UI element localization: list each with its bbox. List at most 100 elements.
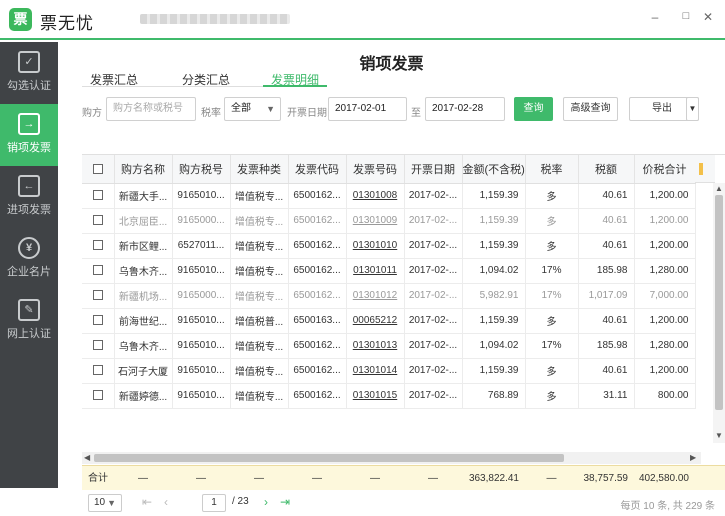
sidebar-item-label: 网上认证 xyxy=(7,328,51,340)
row-checkbox[interactable] xyxy=(92,240,103,251)
table-row[interactable]: 前海世纪... 9165010... 增值税普... 6500163... 000652… xyxy=(82,308,696,334)
title-bar: 票 票无忧 – □ ✕ xyxy=(0,0,725,40)
total-cell: 7,000.00 xyxy=(634,283,696,309)
invoice-number-cell[interactable]: 01301014 xyxy=(346,358,405,384)
col-invoice-number[interactable]: 发票号码 xyxy=(346,155,405,184)
invoice-number-cell[interactable]: 01301010 xyxy=(346,233,405,259)
scroll-up-icon[interactable]: ▲ xyxy=(715,184,723,193)
table-row[interactable]: 石河子大厦 9165010... 增值税专... 6500162... 01301014… xyxy=(82,358,696,384)
col-tax-rate[interactable]: 税率 xyxy=(525,155,579,184)
last-page-icon[interactable]: ⇥ xyxy=(280,495,290,509)
row-checkbox[interactable] xyxy=(92,215,103,226)
page-number-input[interactable]: 1 xyxy=(202,494,226,512)
advanced-query-button[interactable]: 高级查询 xyxy=(563,97,618,121)
export-dropdown-button[interactable]: ▼ xyxy=(686,97,699,121)
row-checkbox[interactable] xyxy=(92,290,103,301)
invoice-number-cell[interactable]: 01301011 xyxy=(346,258,405,284)
next-page-icon[interactable]: › xyxy=(264,495,268,509)
col-tax-amount[interactable]: 税额 xyxy=(578,155,635,184)
invoice-number-cell[interactable]: 00065212 xyxy=(346,308,405,334)
col-issue-date[interactable]: 开票日期 xyxy=(404,155,463,184)
invoice-number-cell[interactable]: 01301012 xyxy=(346,283,405,309)
sidebar-item-input-invoice[interactable]: ← 进项发票 xyxy=(0,166,58,228)
invoice-number-link[interactable]: 01301014 xyxy=(353,365,398,376)
app-name: 票无忧 xyxy=(40,14,94,33)
table-row[interactable]: 乌鲁木齐... 9165010... 增值税专... 6500162... 013010… xyxy=(82,333,696,359)
tax-rate-cell: 17% xyxy=(525,258,579,284)
buyer-search-input[interactable]: 购方名称或税号 xyxy=(106,97,196,121)
invoice-number-cell[interactable]: 01301015 xyxy=(346,383,405,409)
invoice-code-cell: 6500162... xyxy=(288,208,347,234)
close-button[interactable]: ✕ xyxy=(700,10,716,24)
row-checkbox[interactable] xyxy=(92,265,103,276)
invoice-number-cell[interactable]: 01301009 xyxy=(346,208,405,234)
row-checkbox[interactable] xyxy=(92,340,103,351)
invoice-number-link[interactable]: 01301009 xyxy=(353,215,398,226)
tax-rate-cell: 多 xyxy=(525,208,579,234)
scroll-left-icon[interactable]: ◀ xyxy=(84,453,90,462)
buyer-tax-id-cell: 9165000... xyxy=(172,208,231,234)
invoice-type-cell: 增值税专... xyxy=(230,358,289,384)
row-checkbox[interactable] xyxy=(92,315,103,326)
table-row[interactable]: 北京屈臣... 9165000... 增值税专... 6500162... 013010… xyxy=(82,208,696,234)
invoice-number-cell[interactable]: 01301013 xyxy=(346,333,405,359)
invoice-number-link[interactable]: 00065212 xyxy=(353,315,398,326)
buyer-name-cell: 石河子大厦 xyxy=(114,358,173,384)
tab-category-summary[interactable]: 分类汇总 xyxy=(182,71,230,91)
horizontal-scrollbar[interactable]: ◀ ▶ xyxy=(82,452,701,464)
horizontal-scroll-thumb[interactable] xyxy=(94,454,564,462)
table-row[interactable]: 乌鲁木齐... 9165010... 增值税专... 6500162... 013010… xyxy=(82,258,696,284)
invoice-number-link[interactable]: 01301015 xyxy=(353,390,398,401)
total-cell: 1,200.00 xyxy=(634,358,696,384)
invoice-number-link[interactable]: 01301013 xyxy=(353,340,398,351)
maximize-button[interactable]: □ xyxy=(678,10,694,22)
col-amount[interactable]: 金额(不含税) xyxy=(462,155,526,184)
checklist-icon: ✓ xyxy=(18,51,40,73)
col-buyer-name[interactable]: 购方名称 xyxy=(114,155,173,184)
col-total[interactable]: 价税合计 xyxy=(634,155,696,184)
totals-dash: — xyxy=(138,473,148,484)
date-from-input[interactable]: 2017-02-01 xyxy=(328,97,407,121)
row-checkbox[interactable] xyxy=(92,390,103,401)
table-row[interactable]: 新市区鲤... 6527011... 增值税专... 6500162... 013010… xyxy=(82,233,696,259)
scroll-right-icon[interactable]: ▶ xyxy=(690,453,696,462)
sidebar-item-online-cert[interactable]: ✎ 网上认证 xyxy=(0,290,58,352)
table-row[interactable]: 新疆机场... 9165000... 增值税专... 6500162... 013010… xyxy=(82,283,696,309)
sidebar-item-business-card[interactable]: ¥ 企业名片 xyxy=(0,228,58,290)
total-cell: 1,200.00 xyxy=(634,208,696,234)
col-invoice-code[interactable]: 发票代码 xyxy=(288,155,347,184)
export-label: 导出 xyxy=(652,103,672,114)
tax-rate-select[interactable]: 全部 ▼ xyxy=(224,97,281,121)
invoice-number-link[interactable]: 01301011 xyxy=(353,265,397,276)
select-all-checkbox[interactable] xyxy=(92,163,103,174)
table-row[interactable]: 新疆大手... 9165010... 增值税专... 6500162... 013010… xyxy=(82,183,696,209)
date-to-input[interactable]: 2017-02-28 xyxy=(425,97,505,121)
col-invoice-type[interactable]: 发票种类 xyxy=(230,155,289,184)
invoice-number-link[interactable]: 01301012 xyxy=(353,290,398,301)
query-button[interactable]: 查询 xyxy=(514,97,553,121)
table-row[interactable]: 新疆婷德... 9165010... 增值税专... 6500162... 013010… xyxy=(82,383,696,409)
total-cell: 1,280.00 xyxy=(634,258,696,284)
invoice-number-link[interactable]: 01301010 xyxy=(353,240,398,251)
buyer-name-cell: 新疆大手... xyxy=(114,183,173,209)
first-page-icon[interactable]: ⇤ xyxy=(142,495,152,509)
vertical-scroll-thumb[interactable] xyxy=(715,195,723,410)
page-size-select[interactable]: 10 ▼ xyxy=(88,494,122,512)
invoice-number-link[interactable]: 01301008 xyxy=(353,190,398,201)
invoice-number-cell[interactable]: 01301008 xyxy=(346,183,405,209)
tax-rate-cell: 多 xyxy=(525,308,579,334)
sidebar-item-output-invoice[interactable]: → 销项发票 xyxy=(0,104,58,166)
app-logo-icon: 票 xyxy=(9,8,32,31)
scroll-down-icon[interactable]: ▼ xyxy=(715,431,723,440)
buyer-label: 购方 xyxy=(82,108,102,119)
minimize-button[interactable]: – xyxy=(647,10,663,24)
vertical-scrollbar[interactable]: ▲ ▼ xyxy=(713,183,725,443)
prev-page-icon[interactable]: ‹ xyxy=(164,495,168,509)
tab-invoice-detail[interactable]: 发票明细 xyxy=(271,71,319,91)
row-checkbox[interactable] xyxy=(92,365,103,376)
totals-dash: — xyxy=(196,473,206,484)
col-buyer-tax-id[interactable]: 购方税号 xyxy=(172,155,231,184)
tab-invoice-summary[interactable]: 发票汇总 xyxy=(90,71,138,91)
row-checkbox[interactable] xyxy=(92,190,103,201)
sidebar-item-check-cert[interactable]: ✓ 勾选认证 xyxy=(0,42,58,104)
